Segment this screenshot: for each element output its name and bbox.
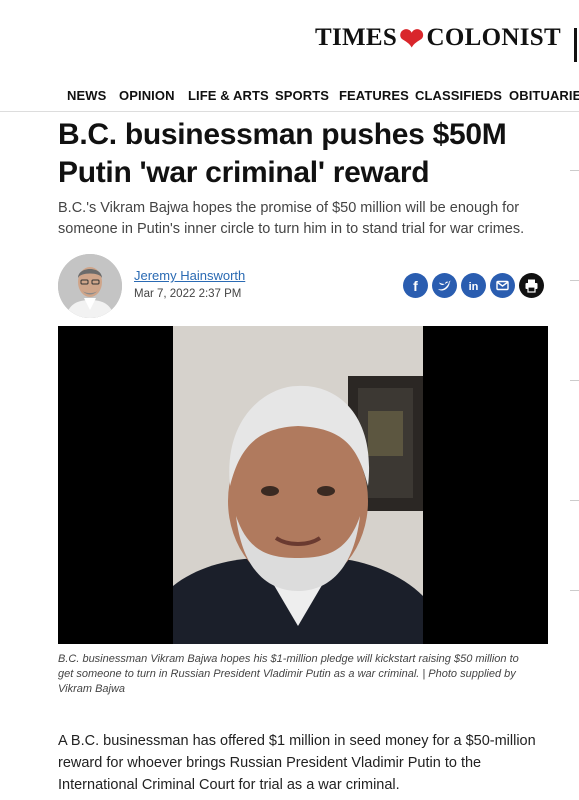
author-avatar[interactable] [58,254,122,318]
nav-item-classifieds[interactable]: CLASSIFIEDS [415,88,502,103]
twitter-share-button[interactable] [432,273,457,298]
nav-item-news[interactable]: NEWS [67,88,106,103]
author-portrait-icon [58,254,122,318]
svg-text:f: f [413,278,418,294]
print-icon [519,273,544,298]
sidebar-edge-line [570,280,579,281]
photo-caption: B.C. businessman Vikram Bajwa hopes his … [58,653,519,695]
nav-item-obituaries[interactable]: OBITUARIES [509,88,579,103]
masthead: TIMES❤COLONIST [0,0,579,80]
heart-icon: ❤ [399,23,425,56]
svg-text:in: in [469,281,479,293]
linkedin-icon: in [461,273,486,298]
nav-item-opinion[interactable]: OPINION [119,88,175,103]
facebook-share-button[interactable]: f [403,273,428,298]
article-photo[interactable] [58,326,548,644]
twitter-icon [432,273,457,298]
logo-text-right: COLONIST [426,24,561,51]
sidebar-edge-line [570,500,579,501]
headline-line-1: B.C. businessman pushes $50M [58,118,507,151]
nav-item-life-arts[interactable]: LIFE & ARTS [188,88,269,103]
site-logo[interactable]: TIMES❤COLONIST [315,22,561,57]
menu-edge-bar [574,28,577,62]
sidebar-edge-line [570,590,579,591]
article-headline: B.C. businessman pushes $50M Putin 'war … [58,116,558,192]
email-share-button[interactable] [490,273,515,298]
article-body-paragraph: A B.C. businessman has offered $1 millio… [58,733,536,793]
logo-text-left: TIMES [315,24,398,51]
facebook-icon: f [403,273,428,298]
portrait-photo-icon [58,326,548,644]
main-nav: NEWS OPINION LIFE & ARTS SPORTS FEATURES… [0,86,579,110]
print-button[interactable] [519,273,544,298]
article-dek: B.C.'s Vikram Bajwa hopes the promise of… [58,200,525,237]
sidebar-edge-line [570,380,579,381]
author-link[interactable]: Jeremy Hainsworth [134,268,245,283]
headline-line-2: Putin 'war criminal' reward [58,156,430,189]
email-icon [490,273,515,298]
nav-divider [0,111,579,112]
nav-item-sports[interactable]: SPORTS [275,88,329,103]
nav-item-features[interactable]: FEATURES [339,88,409,103]
linkedin-share-button[interactable]: in [461,273,486,298]
publish-date: Mar 7, 2022 2:37 PM [134,288,242,300]
sidebar-edge-line [570,170,579,171]
